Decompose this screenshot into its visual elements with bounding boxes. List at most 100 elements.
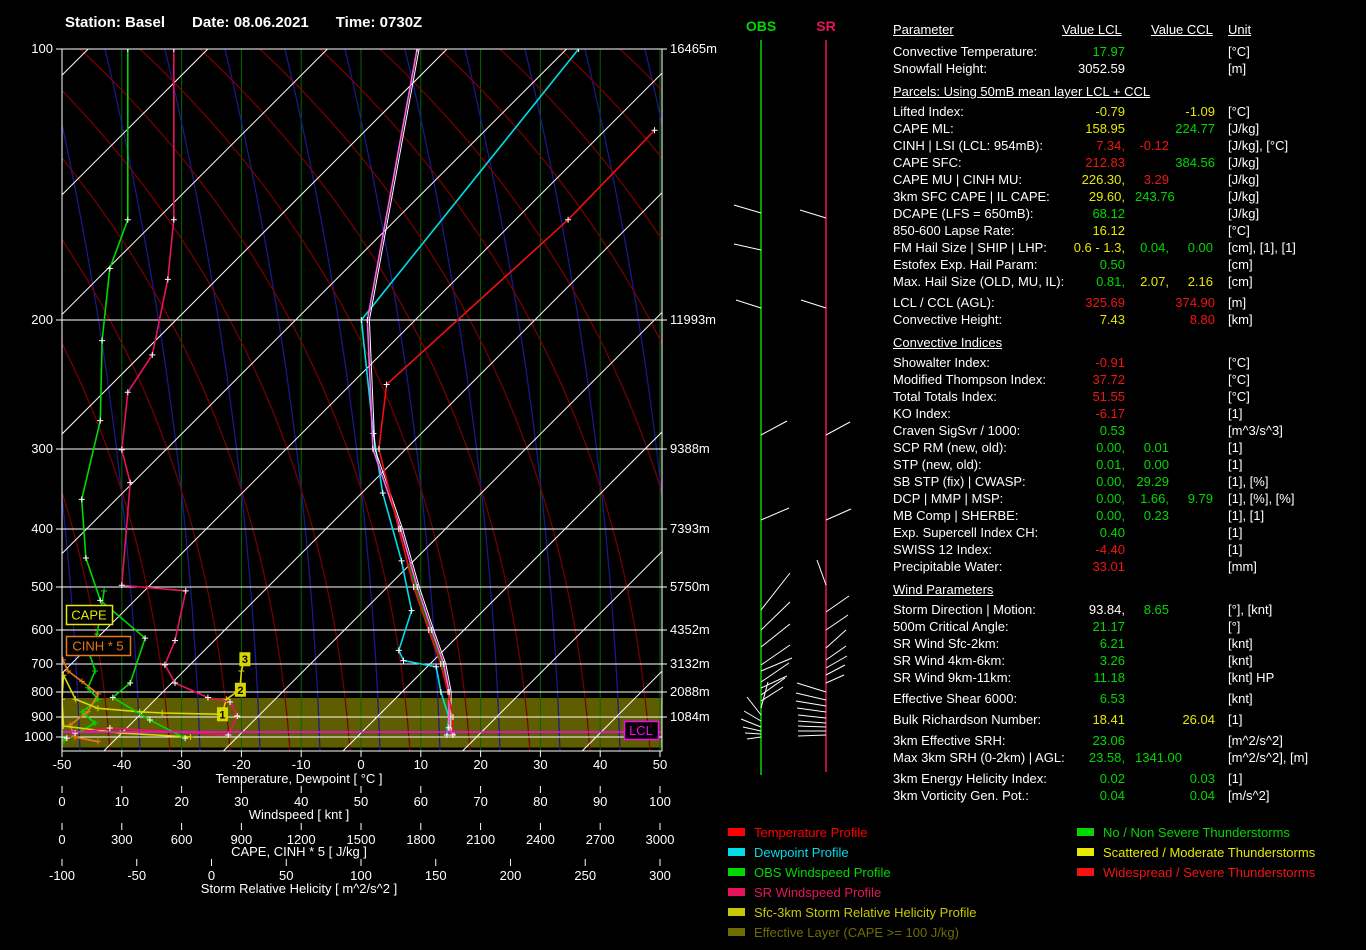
- table-row: 3km Energy Helicity Index: 0.02 0.03 [1]: [893, 770, 1363, 787]
- svg-text:-20: -20: [232, 757, 251, 772]
- height-label: 2088m: [670, 684, 710, 699]
- value-segment: 0.50: [1099, 257, 1125, 272]
- value-segment: 9.79: [1187, 491, 1213, 506]
- value-segment: 3052.59: [1078, 61, 1125, 76]
- value-segment: 0.00,: [1096, 508, 1125, 523]
- param-unit: [1], [%], [%]: [1228, 491, 1295, 506]
- value-segment: 6.53: [1099, 691, 1125, 706]
- param-unit: [mm]: [1228, 559, 1257, 574]
- legend-swatch-icon: [728, 928, 745, 936]
- profiles-legend: Temperature Profile Dewpoint Profile OBS W…: [728, 822, 977, 942]
- param-unit: [km]: [1228, 312, 1253, 327]
- table-row: SWISS 12 Index: -4.40 [1]: [893, 541, 1363, 558]
- value-segment: 1341.00: [1135, 750, 1182, 765]
- param-values-lcl: 226.30, 3.29: [893, 171, 1169, 188]
- param-unit: [J/kg]: [1228, 206, 1260, 221]
- param-unit: [cm], [1], [1]: [1228, 240, 1296, 255]
- svg-text:600: 600: [31, 622, 53, 637]
- svg-text:3: 3: [242, 654, 248, 666]
- svg-text:800: 800: [31, 684, 53, 699]
- legend-item: Temperature Profile: [728, 822, 977, 842]
- svg-text:300: 300: [649, 868, 671, 883]
- table-row: 500m Critical Angle: 21.17 [°]: [893, 618, 1363, 635]
- svg-text:20: 20: [473, 757, 487, 772]
- obs-column-label: OBS: [746, 18, 776, 34]
- param-unit: [J/kg]: [1228, 189, 1260, 204]
- legend-swatch-icon: [728, 828, 745, 836]
- sr-wind-column: SR: [795, 18, 852, 772]
- param-values-lcl: 23.06: [893, 732, 1125, 749]
- value-segment: 0.40: [1099, 525, 1125, 540]
- svg-text:150: 150: [425, 868, 447, 883]
- table-row: 850-600 Lapse Rate: 16.12 [°C]: [893, 222, 1363, 239]
- temperature-axis-title: Temperature, Dewpoint [ °C ]: [215, 771, 382, 786]
- param-unit: [knt]: [1228, 691, 1253, 706]
- legend-item: Widespread / Severe Thunderstorms: [1077, 862, 1315, 882]
- legend-label: SR Windspeed Profile: [754, 884, 882, 900]
- table-row: 3km Effective SRH: 23.06 [m^2/s^2]: [893, 732, 1363, 749]
- param-values-lcl: 11.18: [893, 669, 1125, 686]
- legend-item: OBS Windspeed Profile: [728, 862, 977, 882]
- legend-swatch-icon: [1077, 868, 1094, 876]
- table-row: STP (new, old): 0.01, 0.00 [1]: [893, 456, 1363, 473]
- height-label: 4352m: [670, 622, 710, 637]
- svg-text:40: 40: [593, 757, 607, 772]
- svg-text:100: 100: [649, 794, 671, 809]
- param-unit: [knt] HP: [1228, 670, 1275, 685]
- table-row: CAPE SFC: 212.83 384.56 [J/kg]: [893, 154, 1363, 171]
- legend-item: Dewpoint Profile: [728, 842, 977, 862]
- param-unit: [°C]: [1228, 355, 1250, 370]
- value-segment: 3.29: [1143, 172, 1169, 187]
- table-row: Total Totals Index: 51.55 [°C]: [893, 388, 1363, 405]
- value-segment: 0.23: [1143, 508, 1169, 523]
- param-unit: [cm]: [1228, 257, 1253, 272]
- srh-axis: -100 -50 0 50 100 150 200 250 300Storm Relative …: [49, 859, 671, 896]
- value-segment: 6.21: [1099, 636, 1125, 651]
- svg-text:0: 0: [58, 794, 65, 809]
- table-row: SCP RM (new, old): 0.00, 0.01 [1]: [893, 439, 1363, 456]
- plot-title: Station: Basel Date: 08.06.2021 Time: 07…: [65, 14, 422, 31]
- value-segment: 226.30,: [1081, 172, 1125, 187]
- table-row: SR Wind 9km-11km: 11.18 [knt] HP: [893, 669, 1363, 686]
- value-segment: 29.29: [1136, 474, 1169, 489]
- param-values-lcl: 21.17: [893, 618, 1125, 635]
- value-segment: -0.91: [1095, 355, 1125, 370]
- svg-text:200: 200: [31, 312, 53, 327]
- svg-text:2100: 2100: [466, 832, 495, 847]
- table-row: Exp. Supercell Index CH: 0.40 [1]: [893, 524, 1363, 541]
- cape-axis-title: CAPE, CINH * 5 [ J/kg ]: [231, 844, 367, 859]
- legend-swatch-icon: [728, 868, 745, 876]
- value-segment: 3.26: [1099, 653, 1125, 668]
- param-values-lcl: 0.53: [893, 422, 1125, 439]
- param-value-ccl: 8.80: [1189, 312, 1215, 327]
- value-segment: 0.6 - 1.3,: [1073, 240, 1125, 255]
- param-unit: [m/s^2]: [1228, 788, 1270, 803]
- table-row: CINH | LSI (LCL: 954mB): 7.34, -0.12 [J/kg]…: [893, 137, 1363, 154]
- param-unit: [J/kg]: [1228, 172, 1260, 187]
- dewpoint-line: [358, 49, 582, 738]
- table-row: Convective Height: 7.43 8.80 [km]: [893, 311, 1363, 328]
- value-segment: 21.17: [1092, 619, 1125, 634]
- param-values-lcl: 6.53: [893, 690, 1125, 707]
- table-row: Precipitable Water: 33.01 [mm]: [893, 558, 1363, 575]
- value-segment: 23.06: [1092, 733, 1125, 748]
- param-unit: [1], [1]: [1228, 508, 1265, 523]
- param-unit: [°], [knt]: [1228, 602, 1273, 617]
- sr-wind-barbs: [795, 209, 852, 737]
- param-unit: [°]: [1228, 619, 1241, 634]
- param-unit: [J/kg], [°C]: [1228, 138, 1289, 153]
- svg-text:-40: -40: [112, 757, 131, 772]
- param-values-lcl: 0.40: [893, 524, 1125, 541]
- legend-swatch-icon: [1077, 848, 1094, 856]
- svg-text:50: 50: [653, 757, 667, 772]
- cape-axis: 0 300 600 900 1200 1500 1800 2100 2400 2700 3000CA…: [58, 823, 674, 859]
- svg-text:-50: -50: [127, 868, 146, 883]
- lcl-label: LCL: [629, 723, 653, 738]
- svg-text:0: 0: [58, 832, 65, 847]
- legend-item: Effective Layer (CAPE >= 100 J/kg): [728, 922, 977, 942]
- param-values-lcl: 0.01, 0.00: [893, 456, 1169, 473]
- app-window: 1 2 3 LCL CAPE CINH * 5 100 200 300 400 500 600 700 8…: [0, 0, 1366, 950]
- param-unit: [°C]: [1228, 104, 1250, 119]
- svg-text:100: 100: [31, 41, 53, 56]
- param-unit: [°C]: [1228, 372, 1250, 387]
